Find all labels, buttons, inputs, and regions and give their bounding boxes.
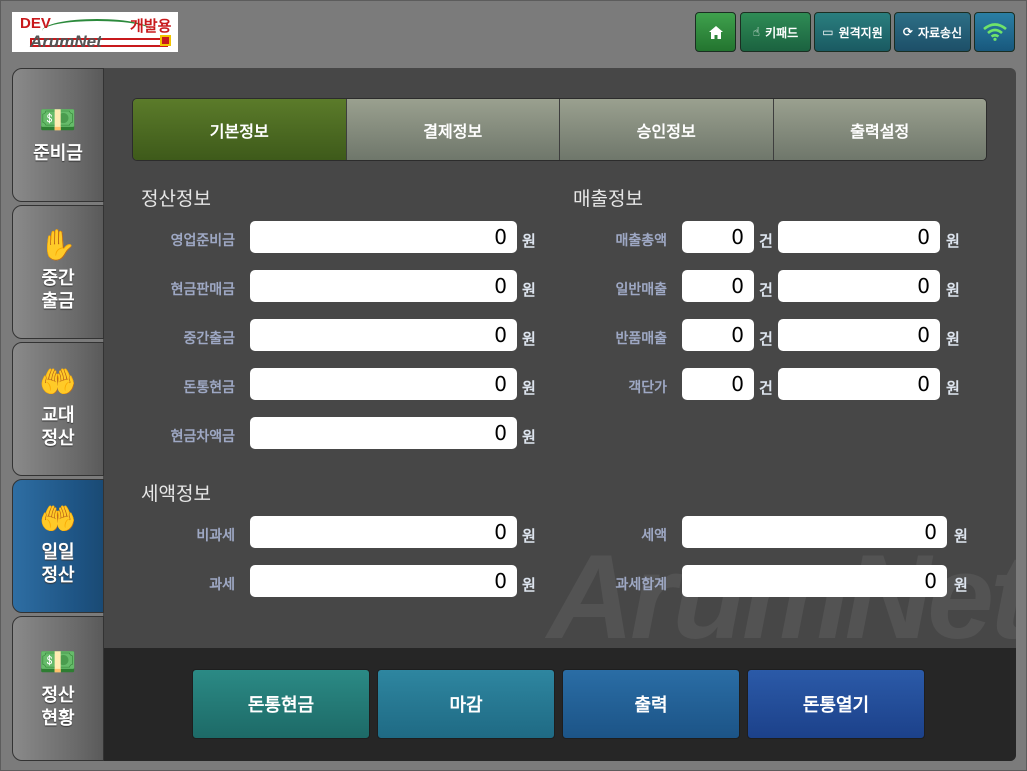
cash-difference-field[interactable]: 0 xyxy=(250,417,517,449)
unit-label: 원 xyxy=(522,428,536,446)
wifi-icon xyxy=(982,23,1007,41)
hand-coins-icon: 🤲 xyxy=(39,365,77,400)
field-label: 돈통현금 xyxy=(183,380,235,396)
hand-pointer-icon: ☝ xyxy=(752,25,761,39)
main-panel: ArumNet xyxy=(103,68,1016,761)
unit-label: 원 xyxy=(946,379,960,397)
taxable-field[interactable]: 0 xyxy=(250,565,517,597)
total-sales-count-field[interactable]: 0 xyxy=(682,221,754,253)
field-label: 과세합계 xyxy=(615,577,667,593)
tax-exempt-field[interactable]: 0 xyxy=(250,516,517,548)
drawer-cash-button[interactable]: 돈통현금 xyxy=(192,669,370,739)
unit-label: 원 xyxy=(522,281,536,299)
normal-sales-amount-field[interactable]: 0 xyxy=(778,270,940,302)
money-stack-icon: 💵 xyxy=(39,644,77,680)
unit-label: 원 xyxy=(522,379,536,397)
tab-print-settings[interactable]: 출력설정 xyxy=(772,99,986,160)
unit-label: 원 xyxy=(522,576,536,594)
sidebar-item-label: 중간 출금 xyxy=(41,268,75,312)
field-label: 객단가 xyxy=(628,380,667,396)
unit-label: 원 xyxy=(522,232,536,250)
mid-withdraw-field[interactable]: 0 xyxy=(250,319,517,351)
unit-label: 건 xyxy=(759,232,773,250)
field-label: 현금차액금 xyxy=(170,429,235,445)
sidebar-item-settlement-status[interactable]: 💵 정산 현황 xyxy=(12,616,104,761)
sales-section-title: 매출정보 xyxy=(573,188,643,210)
home-button[interactable] xyxy=(695,12,736,52)
field-label: 중간출금 xyxy=(183,331,235,347)
monitor-icon: ▭ xyxy=(822,25,834,39)
env-label: DEV xyxy=(20,15,51,32)
tab-approval-info[interactable]: 승인정보 xyxy=(559,99,773,160)
field-label: 세액 xyxy=(641,528,667,544)
sidebar-item-label: 정산 현황 xyxy=(41,684,75,729)
field-label: 과세 xyxy=(209,577,235,593)
field-label: 영업준비금 xyxy=(170,233,235,249)
sidebar-item-label: 일일 정산 xyxy=(41,542,75,586)
field-label: 매출총액 xyxy=(615,233,667,249)
open-drawer-button[interactable]: 돈통열기 xyxy=(747,669,925,739)
money-stack-icon: 💵 xyxy=(39,102,77,138)
reserve-fund-field[interactable]: 0 xyxy=(250,221,517,253)
unit-label: 건 xyxy=(759,330,773,348)
keypad-label: 키패드 xyxy=(765,25,799,40)
sidebar-item-daily-settlement[interactable]: 🤲 일일 정산 xyxy=(12,479,104,613)
print-button[interactable]: 출력 xyxy=(562,669,740,739)
avg-ticket-amount-field[interactable]: 0 xyxy=(778,368,940,400)
app-logo: DEV 개발용 ArumNet xyxy=(12,12,178,52)
drawer-cash-field[interactable]: 0 xyxy=(250,368,517,400)
sidebar-item-shift-settlement[interactable]: 🤲 교대 정산 xyxy=(12,342,104,476)
unit-label: 원 xyxy=(946,232,960,250)
remote-support-label: 원격지원 xyxy=(838,25,883,40)
return-sales-amount-field[interactable]: 0 xyxy=(778,319,940,351)
watermark: ArumNet xyxy=(547,530,1016,664)
total-sales-amount-field[interactable]: 0 xyxy=(778,221,940,253)
unit-label: 원 xyxy=(954,576,968,594)
keypad-button[interactable]: ☝ 키패드 xyxy=(740,12,811,52)
tab-bar: 기본정보 결제정보 승인정보 출력설정 xyxy=(132,98,987,161)
sync-icon: ⟳ xyxy=(902,25,913,39)
taxable-total-field[interactable]: 0 xyxy=(682,565,947,597)
unit-label: 원 xyxy=(946,330,960,348)
unit-label: 원 xyxy=(954,527,968,545)
sidebar-item-reserve[interactable]: 💵 준비금 xyxy=(12,68,104,202)
unit-label: 원 xyxy=(522,330,536,348)
return-sales-count-field[interactable]: 0 xyxy=(682,319,754,351)
avg-ticket-count-field[interactable]: 0 xyxy=(682,368,754,400)
field-label: 현금판매금 xyxy=(170,282,235,298)
field-label: 비과세 xyxy=(196,528,235,544)
data-send-button[interactable]: ⟳ 자료송신 xyxy=(894,12,971,52)
data-send-label: 자료송신 xyxy=(917,25,963,40)
tax-amount-field[interactable]: 0 xyxy=(682,516,947,548)
unit-label: 원 xyxy=(946,281,960,299)
remote-support-button[interactable]: ▭ 원격지원 xyxy=(814,12,891,52)
unit-label: 건 xyxy=(759,379,773,397)
unit-label: 건 xyxy=(759,281,773,299)
field-label: 반품매출 xyxy=(615,331,667,347)
cash-sales-field[interactable]: 0 xyxy=(250,270,517,302)
sidebar-item-label: 교대 정산 xyxy=(41,405,75,449)
unit-label: 원 xyxy=(522,527,536,545)
tax-section-title: 세액정보 xyxy=(141,483,211,505)
tab-payment-info[interactable]: 결제정보 xyxy=(345,99,559,160)
tab-basic-info[interactable]: 기본정보 xyxy=(133,99,346,160)
wifi-button[interactable] xyxy=(974,12,1015,52)
dev-label: 개발용 xyxy=(130,17,172,35)
close-day-button[interactable]: 마감 xyxy=(377,669,555,739)
sidebar-item-mid-withdraw[interactable]: ✋ 중간 출금 xyxy=(12,205,104,339)
field-label: 일반매출 xyxy=(615,282,667,298)
sidebar-item-label: 준비금 xyxy=(33,142,83,164)
settlement-section-title: 정산정보 xyxy=(141,188,211,210)
hand-withdraw-icon: ✋ xyxy=(39,228,77,263)
normal-sales-count-field[interactable]: 0 xyxy=(682,270,754,302)
hand-coins-icon: 🤲 xyxy=(39,502,77,537)
home-icon xyxy=(708,25,723,39)
brand-mark: ArumNet xyxy=(30,32,102,51)
